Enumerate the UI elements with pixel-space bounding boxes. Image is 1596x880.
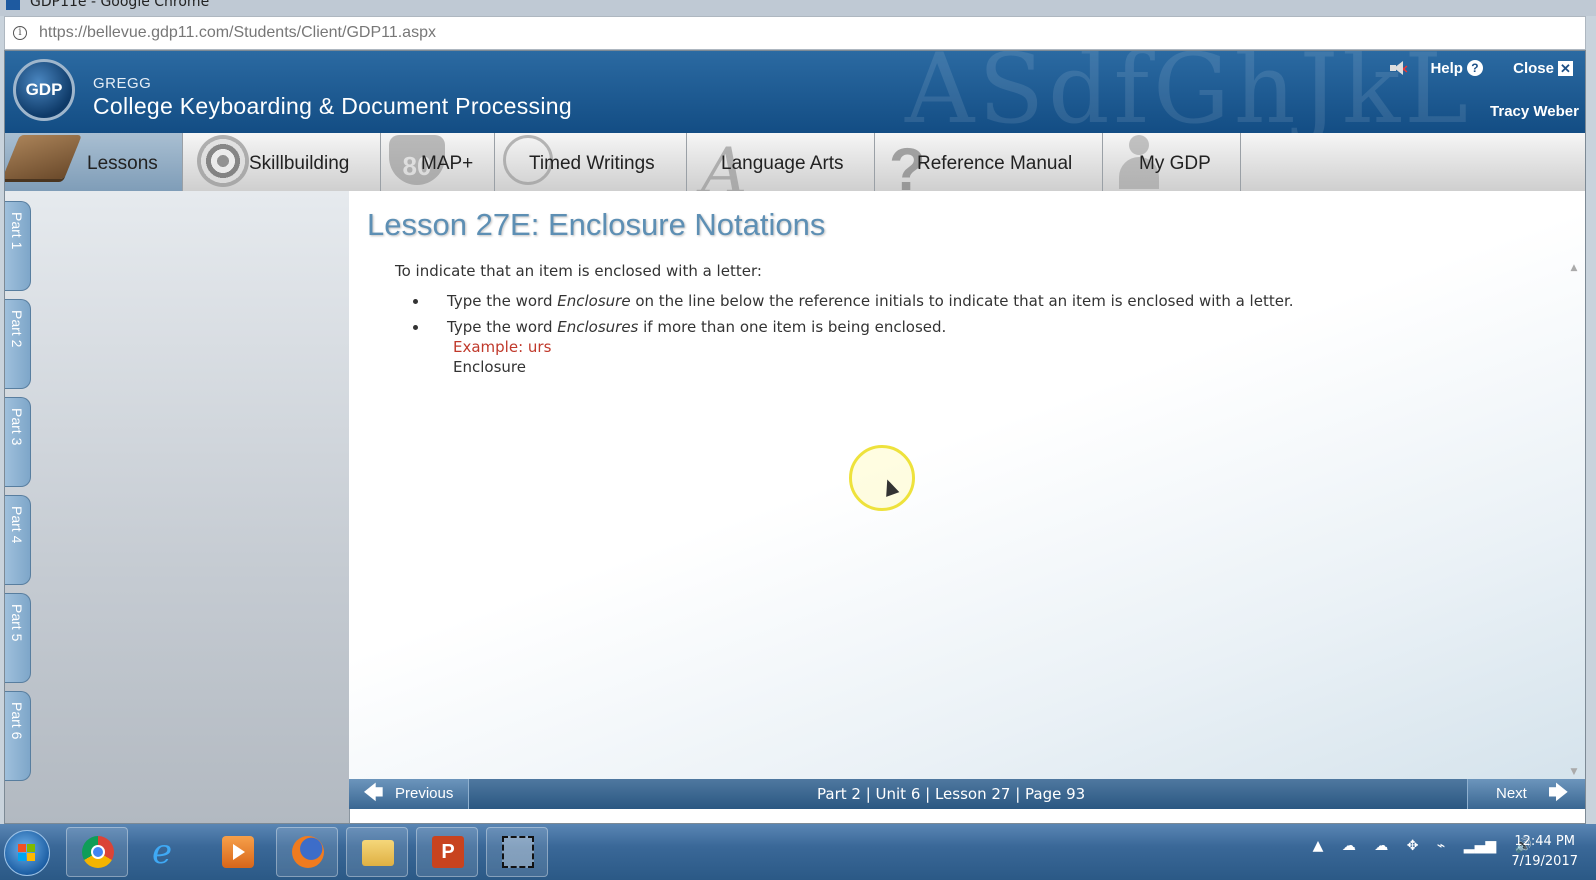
taskbar-chrome[interactable] (66, 827, 128, 877)
brand-title: College Keyboarding & Document Processin… (93, 93, 572, 119)
page-breadcrumb: Part 2 | Unit 6 | Lesson 27 | Page 93 (817, 785, 1086, 803)
chrome-window-icon (6, 0, 20, 10)
list-item: Type the word Enclosure on the line belo… (429, 291, 1295, 311)
chrome-icon (82, 836, 114, 868)
scroll-down-icon[interactable]: ▼ (1567, 765, 1581, 779)
lesson-content: Lesson 27E: Enclosure Notations To indic… (349, 191, 1585, 779)
part-tab-5[interactable]: Part 5 (5, 593, 31, 683)
lesson-body: To indicate that an item is enclosed wit… (395, 261, 1295, 383)
tab-language-arts[interactable]: A Language Arts (687, 133, 875, 191)
part-tab-1[interactable]: Part 1 (5, 201, 31, 291)
lesson-title: Lesson 27E: Enclosure Notations (367, 207, 826, 242)
close-link[interactable]: Close ✕ (1513, 59, 1573, 77)
help-link[interactable]: Help? (1430, 59, 1509, 77)
media-player-icon (222, 836, 254, 868)
windows-logo-icon (18, 844, 36, 862)
parts-sidebar: Part 1 Part 2 Part 3 Part 4 Part 5 Part … (5, 191, 350, 823)
tab-timed-writings[interactable]: Timed Writings (495, 133, 687, 191)
info-icon[interactable]: i (13, 26, 27, 40)
clock-time: 12:44 PM (1514, 834, 1575, 849)
tab-lessons[interactable]: Lessons (5, 133, 183, 191)
start-button[interactable] (4, 830, 50, 876)
taskbar-media[interactable] (206, 827, 268, 877)
cloud-icon[interactable]: ☁ (1342, 838, 1356, 854)
internet-explorer-icon: e (152, 832, 173, 872)
url-text[interactable]: https://bellevue.gdp11.com/Students/Clie… (39, 24, 436, 42)
powerpoint-icon: P (432, 836, 464, 868)
taskbar-snipping[interactable] (486, 827, 548, 877)
system-clock[interactable]: 12:44 PM 7/19/2017 (1511, 832, 1578, 872)
tray-expand-icon[interactable]: ▲ (1313, 838, 1324, 854)
taskbar-firefox[interactable] (276, 827, 338, 877)
lesson-intro: To indicate that an item is enclosed wit… (395, 262, 762, 280)
part-tab-4[interactable]: Part 4 (5, 495, 31, 585)
address-bar[interactable]: i https://bellevue.gdp11.com/Students/Cl… (4, 16, 1586, 50)
arrow-left-icon: 🡄 (363, 782, 384, 804)
close-icon: ✕ (1558, 60, 1573, 76)
mute-icon[interactable]: ✕ (1390, 61, 1409, 76)
brand-small: GREGG (93, 75, 152, 92)
power-icon[interactable]: ⌁ (1437, 838, 1445, 854)
tab-map-plus[interactable]: 80 MAP+ (381, 133, 495, 191)
lesson-footer: 🡄 Previous Part 2 | Unit 6 | Lesson 27 |… (349, 779, 1585, 809)
lesson-bullets: Type the word Enclosure on the line belo… (395, 291, 1295, 377)
tab-skillbuilding[interactable]: Skillbuilding (183, 133, 381, 191)
browser-title-bar: GDP11e - Google Chrome (0, 0, 1596, 16)
window-title: GDP11e - Google Chrome (30, 0, 210, 10)
windows-taskbar: e P ▲ ☁ ☁ ✥ ⌁ ▂▄▆ 🔊 12:44 PM 7/19/2017 (0, 824, 1596, 880)
example-line: Enclosure (453, 358, 526, 376)
main-nav: Lessons Skillbuilding 80 MAP+ Timed Writ… (5, 133, 1585, 192)
taskbar-explorer[interactable] (346, 827, 408, 877)
firefox-icon (292, 836, 324, 868)
part-tab-6[interactable]: Part 6 (5, 691, 31, 781)
system-tray: ▲ ☁ ☁ ✥ ⌁ ▂▄▆ 🔊 (1299, 838, 1532, 854)
file-explorer-icon (362, 840, 394, 866)
snipping-tool-icon (502, 836, 534, 868)
header-watermark: ASdfGhJkL (905, 51, 1472, 133)
app-header: ASdfGhJkL GDP GREGG College Keyboarding … (5, 51, 1585, 133)
arrow-right-icon: 🡆 (1548, 782, 1569, 804)
cursor-highlight (849, 445, 915, 511)
tab-reference-manual[interactable]: ? Reference Manual (875, 133, 1103, 191)
next-button[interactable]: Next 🡆 (1467, 779, 1585, 809)
clock-date: 7/19/2017 (1511, 854, 1578, 869)
book-icon (5, 135, 82, 179)
list-item: Type the word Enclosures if more than on… (429, 317, 1295, 377)
taskbar-ie[interactable]: e (136, 827, 198, 877)
header-links: ✕ Help? Close ✕ (1390, 59, 1573, 77)
previous-button[interactable]: 🡄 Previous (349, 779, 469, 809)
example-label: Example: urs (453, 338, 552, 356)
onedrive-icon[interactable]: ☁ (1374, 838, 1388, 854)
taskbar-powerpoint[interactable]: P (416, 827, 478, 877)
part-tab-3[interactable]: Part 3 (5, 397, 31, 487)
content-scrollbar[interactable]: ▲ ▼ (1567, 261, 1581, 779)
tab-my-gdp[interactable]: My GDP (1103, 133, 1241, 191)
scroll-up-icon[interactable]: ▲ (1567, 261, 1581, 275)
dropbox-icon[interactable]: ✥ (1407, 838, 1419, 854)
help-icon: ? (1466, 60, 1483, 77)
signal-icon[interactable]: ▂▄▆ (1464, 838, 1496, 854)
app-window: ASdfGhJkL GDP GREGG College Keyboarding … (4, 50, 1586, 824)
user-name: Tracy Weber (1490, 103, 1579, 120)
gdp-logo: GDP (13, 59, 75, 121)
part-tab-2[interactable]: Part 2 (5, 299, 31, 389)
target-icon (197, 135, 249, 187)
